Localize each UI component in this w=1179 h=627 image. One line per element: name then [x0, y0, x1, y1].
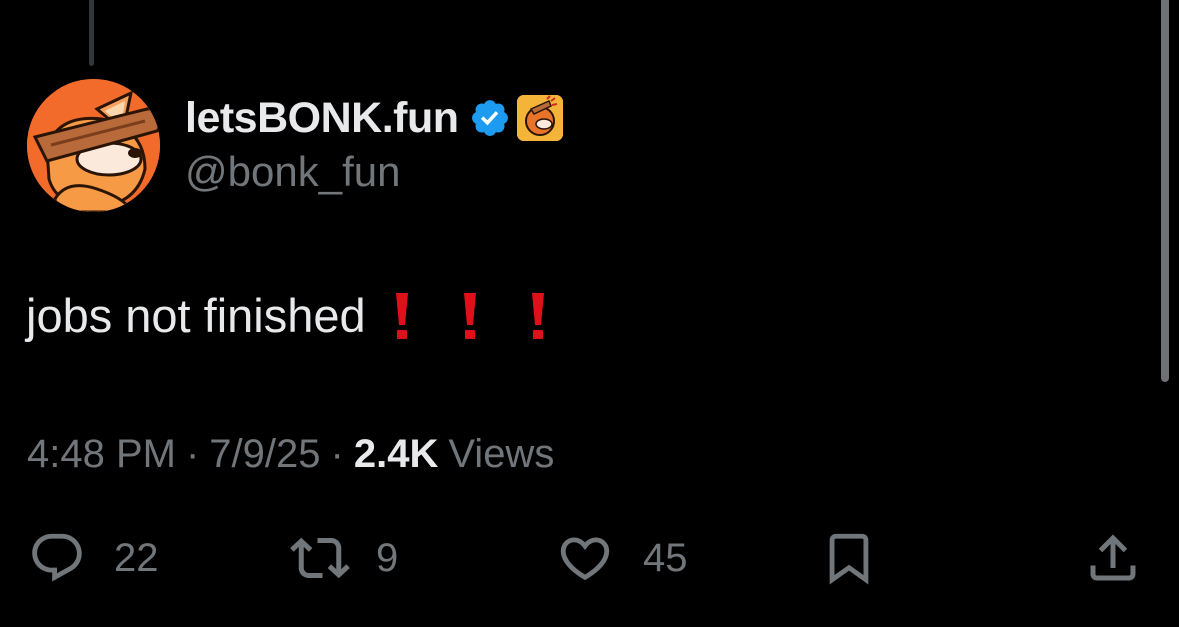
tweet-time[interactable]: 4:48 PM — [27, 432, 176, 477]
scrollbar[interactable] — [1161, 0, 1169, 382]
repost-icon — [290, 537, 350, 579]
like-count: 45 — [643, 535, 688, 580]
exclamation-mark-icon — [395, 292, 408, 339]
exclamation-emoji-group — [394, 291, 546, 341]
bookmark-button[interactable] — [820, 528, 878, 588]
tweet-body: jobs not finished — [26, 288, 546, 343]
thread-connector-line — [89, 0, 94, 66]
verified-badge-icon[interactable] — [469, 97, 511, 139]
author-handle[interactable]: @bonk_fun — [185, 148, 400, 196]
bonk-dog-avatar-icon — [27, 79, 160, 212]
tweet-metadata: 4:48 PM · 7/9/25 · 2.4K Views — [27, 432, 554, 477]
tweet-text: jobs not finished — [26, 289, 366, 342]
bookmark-icon — [829, 533, 869, 585]
like-button[interactable]: 45 — [555, 528, 688, 588]
display-name[interactable]: letsBONK.fun — [185, 94, 459, 143]
action-bar: 22 9 45 — [0, 528, 1179, 588]
views-label[interactable]: Views — [448, 432, 554, 477]
views-count[interactable]: 2.4K — [354, 432, 439, 477]
meta-separator: · — [185, 432, 200, 476]
affiliate-logo-icon[interactable] — [516, 95, 563, 141]
share-icon — [1090, 534, 1136, 581]
exclamation-mark-icon — [531, 292, 544, 339]
meta-separator: · — [330, 432, 344, 476]
repost-button[interactable]: 9 — [286, 528, 398, 588]
reply-count: 22 — [114, 535, 159, 580]
repost-count: 9 — [376, 535, 399, 580]
exclamation-mark-icon — [463, 292, 476, 339]
reply-button[interactable]: 22 — [28, 528, 159, 588]
author-name-row[interactable]: letsBONK.fun — [185, 90, 563, 146]
avatar[interactable] — [27, 79, 160, 212]
tweet-date[interactable]: 7/9/25 — [209, 432, 320, 477]
share-button[interactable] — [1083, 528, 1143, 588]
reply-icon — [32, 533, 82, 582]
heart-icon — [560, 537, 610, 581]
